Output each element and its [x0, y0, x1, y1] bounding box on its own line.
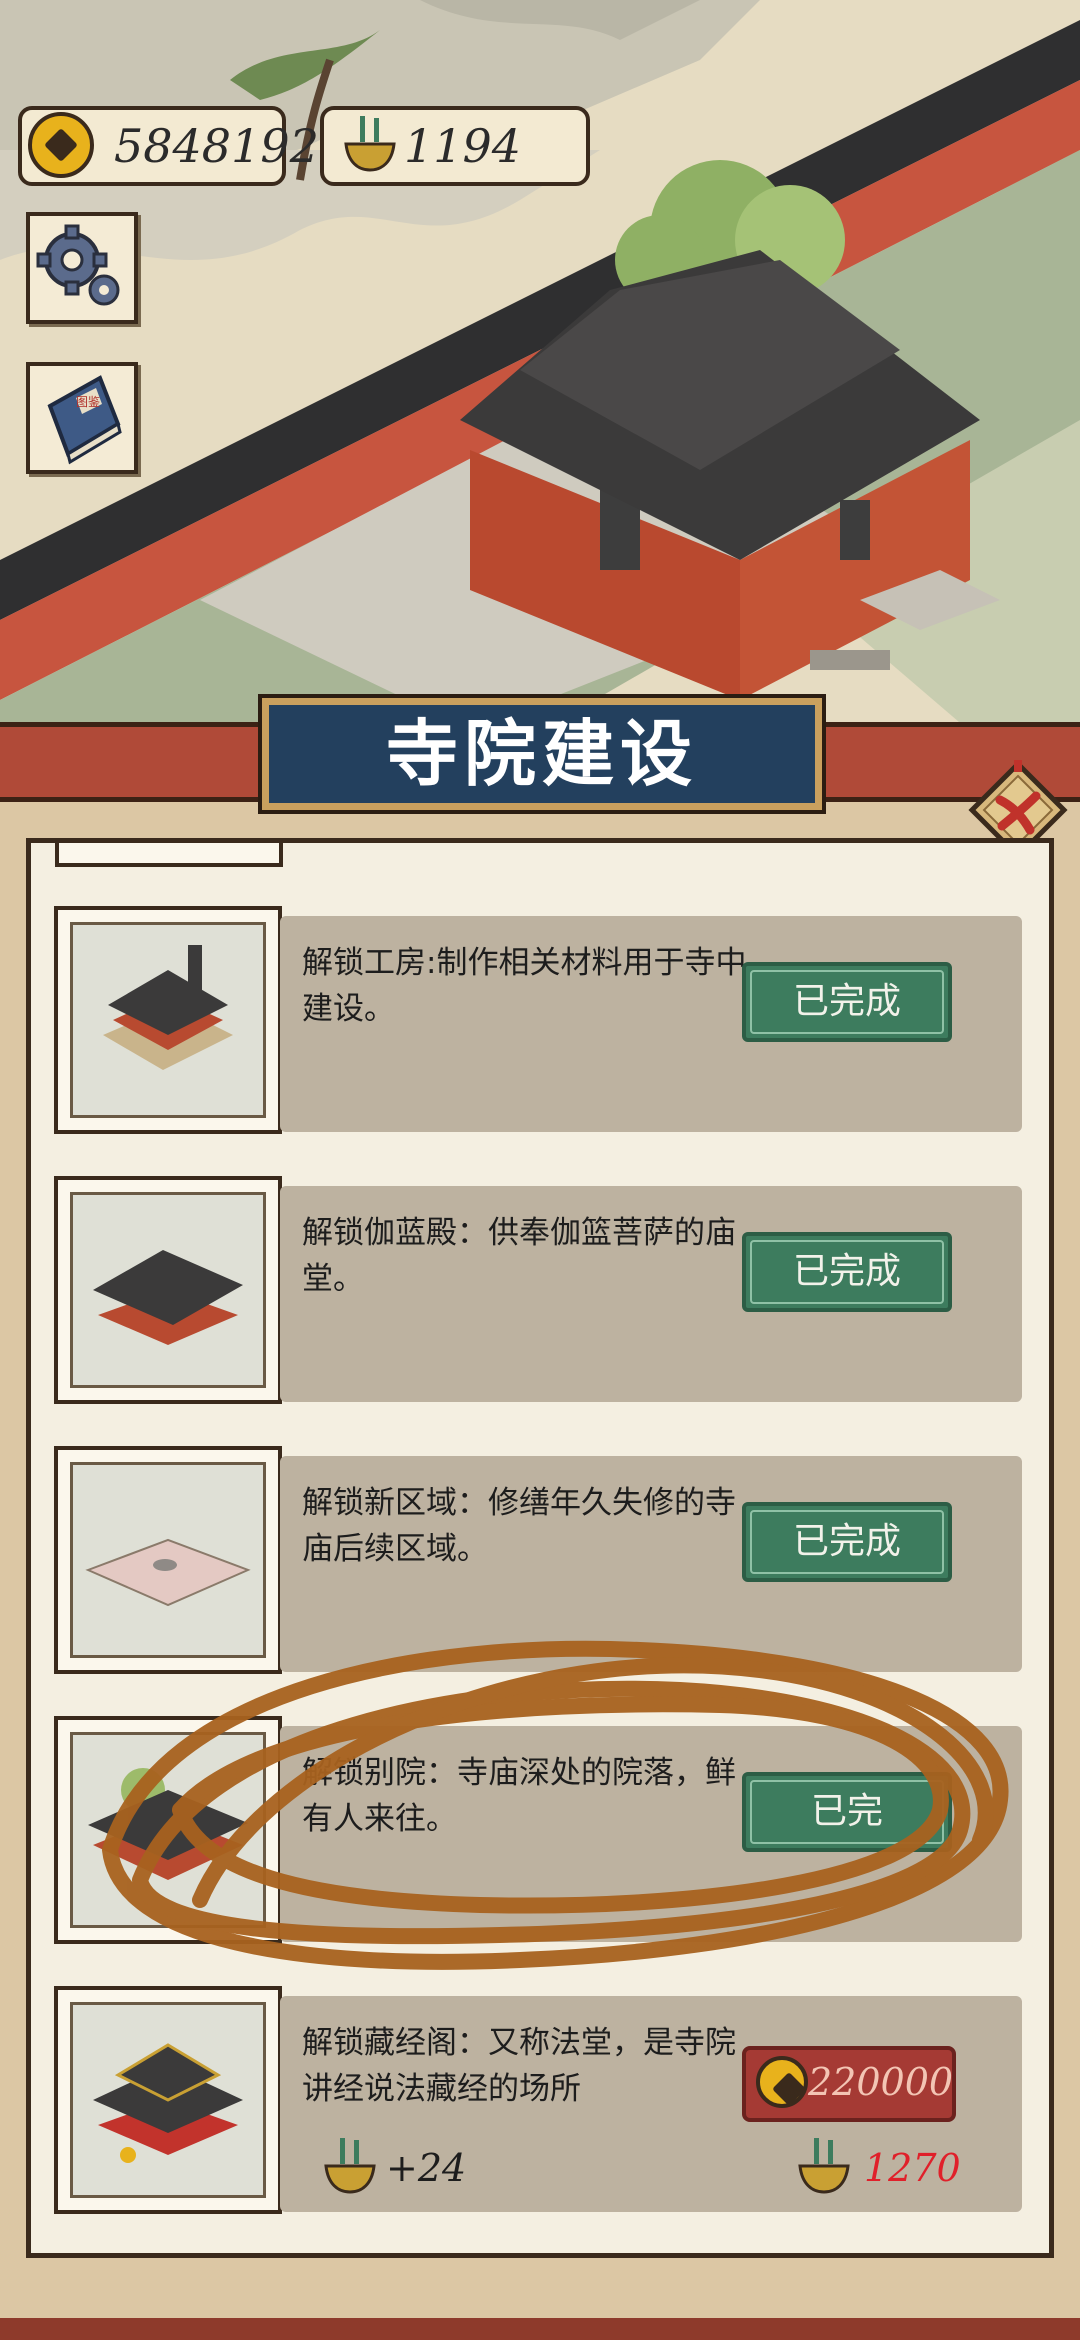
pavilion-image	[93, 2043, 243, 2163]
incense-counter: 1194	[320, 106, 590, 186]
completed-button[interactable]: 已完成	[742, 962, 952, 1042]
task-row-scripture-pavilion: 解锁藏经阁：又称法堂，是寺院讲经说法藏经的场所 +24 220000 1270	[54, 1986, 1022, 2214]
task-card: 解锁工房:制作相关材料用于寺中建设。 已完成	[280, 916, 1022, 1132]
incense-amount: 1194	[404, 119, 522, 173]
task-description: 解锁伽蓝殿：供奉伽篮菩萨的庙堂。	[302, 1215, 736, 1297]
new-area-image	[85, 1538, 251, 1607]
coin-counter: 5848192	[18, 106, 319, 186]
previous-item-edge	[55, 843, 283, 867]
task-thumbnail	[54, 1176, 282, 1404]
task-thumbnail	[54, 1716, 282, 1944]
task-card: 解锁伽蓝殿：供奉伽篮菩萨的庙堂。 已完成	[280, 1186, 1022, 1402]
task-description: 解锁别院：寺庙深处的院落，鲜有人来往。	[302, 1755, 736, 1837]
completed-button[interactable]: 已完	[742, 1772, 952, 1852]
courtyard-image	[88, 1768, 248, 1880]
incense-burner-icon	[344, 116, 396, 172]
task-thumbnail	[54, 1446, 282, 1674]
task-card: 解锁藏经阁：又称法堂，是寺院讲经说法藏经的场所 +24 220000 1270	[280, 1996, 1022, 2212]
task-row-workshop: 解锁工房:制作相关材料用于寺中建设。 已完成	[54, 906, 1022, 1134]
coin-amount: 5848192	[114, 119, 319, 173]
incense-burner-icon	[324, 2138, 376, 2194]
task-description: 解锁藏经阁：又称法堂，是寺院讲经说法藏经的场所	[302, 2025, 736, 2107]
handbook-label: 图鉴	[76, 395, 100, 409]
task-row-sangharama-hall: 解锁伽蓝殿：供奉伽篮菩萨的庙堂。 已完成	[54, 1176, 1022, 1404]
book-icon: 图鉴	[47, 375, 122, 465]
task-card: 解锁新区域：修缮年久失修的寺庙后续区域。 已完成	[280, 1456, 1022, 1672]
purchase-button[interactable]: 220000	[742, 2046, 956, 2122]
coin-icon	[756, 2056, 808, 2108]
page-title: 寺院建设	[385, 712, 698, 796]
cost-amount: 220000	[808, 2060, 954, 2104]
required-incense: 1270	[864, 2146, 961, 2190]
reward-amount: +24	[386, 2146, 467, 2190]
gear-icon	[36, 224, 120, 306]
task-row-new-area: 解锁新区域：修缮年久失修的寺庙后续区域。 已完成	[54, 1446, 1022, 1674]
completed-button[interactable]: 已完成	[742, 1502, 952, 1582]
task-thumbnail	[54, 906, 282, 1134]
incense-burner-icon	[798, 2138, 850, 2194]
task-row-side-courtyard: 解锁别院：寺庙深处的院落，鲜有人来往。 已完	[54, 1716, 1022, 1944]
settings-button[interactable]	[26, 212, 138, 324]
task-description: 解锁工房:制作相关材料用于寺中建设。	[302, 945, 747, 1027]
task-card: 解锁别院：寺庙深处的院落，鲜有人来往。 已完	[280, 1726, 1022, 1942]
completed-button[interactable]: 已完成	[742, 1232, 952, 1312]
coin-icon	[28, 112, 94, 178]
banner-plate: 寺院建设	[258, 694, 826, 814]
handbook-button[interactable]: 图鉴	[26, 362, 138, 474]
hall-image	[93, 1250, 243, 1345]
task-thumbnail	[54, 1986, 282, 2214]
bottom-ribbon	[0, 2318, 1080, 2340]
workshop-image	[103, 945, 233, 1070]
task-description: 解锁新区域：修缮年久失修的寺庙后续区域。	[302, 1485, 736, 1567]
